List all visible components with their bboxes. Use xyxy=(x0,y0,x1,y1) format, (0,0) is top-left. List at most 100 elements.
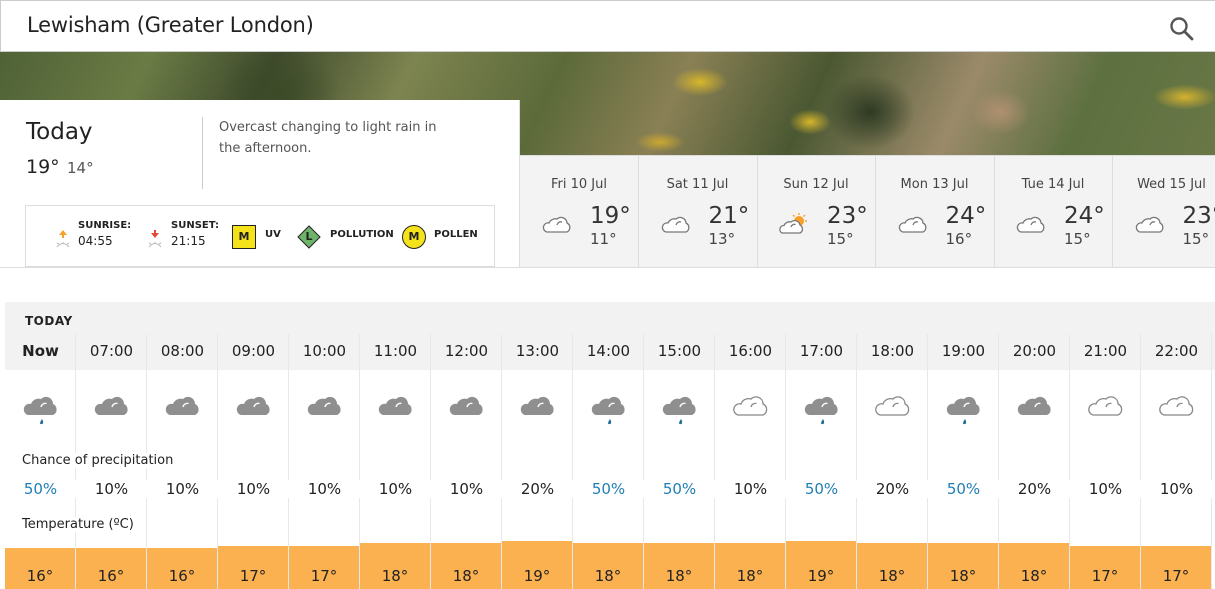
precipitation-chance: 10% xyxy=(431,480,502,498)
hour-label: 12:00 xyxy=(444,342,489,360)
precipitation-chance: 10% xyxy=(76,480,147,498)
day-name: Sun 12 Jul xyxy=(783,177,849,192)
today-weather-summary: Overcast changing to light rain in the a… xyxy=(219,120,437,156)
temperature-bar: 18° xyxy=(999,543,1069,589)
hourly-section-label: TODAY xyxy=(25,314,73,328)
hourly-column: 13:00 20% 19° xyxy=(502,334,573,589)
temperature-bar: 19° xyxy=(502,540,572,589)
pollution-level-text: L xyxy=(305,230,313,243)
pollen-label[interactable]: POLLEN xyxy=(434,229,478,240)
location-title: Lewisham (Greater London) xyxy=(27,13,314,37)
uv-label[interactable]: UV xyxy=(265,229,281,240)
uv-level-badge[interactable]: M xyxy=(232,225,256,249)
precipitation-chance: 50% xyxy=(928,480,999,498)
sunrise-time: 04:55 xyxy=(78,234,113,248)
temperature-bar: 17° xyxy=(1141,545,1211,589)
day-low-temp: 15° xyxy=(1064,230,1091,248)
hourly-column: 11:00 10% 18° xyxy=(360,334,431,589)
cloud-icon xyxy=(1134,213,1166,235)
day-name: Sat 11 Jul xyxy=(666,177,729,192)
cloud-icon xyxy=(1015,213,1047,235)
light-rain-cloud-icon xyxy=(945,394,983,428)
day-low-temp: 15° xyxy=(1182,230,1210,248)
temperature-value: 16° xyxy=(26,567,54,585)
temperature-bar: 18° xyxy=(857,543,927,589)
temperature-bar: 16° xyxy=(76,548,146,589)
sunset-time: 21:15 xyxy=(171,234,206,248)
temperature-value: 18° xyxy=(381,567,409,585)
day-high-temp: 24° xyxy=(945,203,987,229)
precipitation-chance: 50% xyxy=(573,480,644,498)
precipitation-chance: 10% xyxy=(360,480,431,498)
temperature-value: 16° xyxy=(168,567,196,585)
day-card[interactable]: Sat 11 Jul 21° 13° xyxy=(639,156,758,268)
today-low-temp: 14° xyxy=(67,159,94,177)
hour-label: 20:00 xyxy=(1012,342,1057,360)
day-high-temp: 23° xyxy=(827,203,868,229)
temperature-bar: 18° xyxy=(431,543,501,589)
temperature-value: 18° xyxy=(1020,567,1048,585)
pollution-label[interactable]: POLLUTION xyxy=(330,229,394,240)
temperature-value: 17° xyxy=(239,567,267,585)
light-rain-cloud-icon xyxy=(590,394,628,428)
hourly-column: 22:00 10% 17° xyxy=(1141,334,1212,589)
sunset-icon xyxy=(146,228,164,250)
hour-label: 13:00 xyxy=(515,342,560,360)
precipitation-chance: 50% xyxy=(5,480,76,498)
temperature-value: 18° xyxy=(736,567,764,585)
day-card[interactable]: Wed 15 Jul 23°15° xyxy=(1113,156,1215,268)
temperature-value: 18° xyxy=(594,567,622,585)
overcast-cloud-icon xyxy=(164,394,202,428)
day-name: Wed 15 Jul xyxy=(1137,177,1206,192)
temperature-bar: 18° xyxy=(644,543,714,589)
temperature-value: 18° xyxy=(878,567,906,585)
day-name: Fri 10 Jul xyxy=(551,177,607,192)
day-name: Tue 14 Jul xyxy=(1021,177,1085,192)
precipitation-row-label: Chance of precipitation xyxy=(22,453,178,468)
temperature-bar: 17° xyxy=(1070,545,1140,589)
precipitation-chance: 20% xyxy=(502,480,573,498)
temperature-value: 18° xyxy=(452,567,480,585)
cloud-icon xyxy=(897,213,929,235)
cloud-icon xyxy=(660,213,692,235)
hourly-column: 12:00 10% 18° xyxy=(431,334,502,589)
precipitation-chance: 10% xyxy=(147,480,218,498)
hourly-column: 18:00 20% 18° xyxy=(857,334,928,589)
precipitation-chance: 20% xyxy=(857,480,928,498)
temperature-value: 19° xyxy=(523,567,551,585)
precipitation-chance: 10% xyxy=(289,480,360,498)
hour-label: Now xyxy=(22,342,59,360)
day-card[interactable]: Fri 10 Jul 19° 11° xyxy=(520,156,639,268)
hour-label: 19:00 xyxy=(941,342,986,360)
precipitation-chance: 10% xyxy=(218,480,289,498)
day-high-temp: 23° xyxy=(1182,203,1215,229)
hourly-forecast: TODAY Now 50% 16° 07:00 10% 16° 08:00 10% 16° 09:… xyxy=(5,302,1215,589)
day-name: Mon 13 Jul xyxy=(900,177,969,192)
temperature-bar: 18° xyxy=(573,543,643,589)
hour-label: 21:00 xyxy=(1083,342,1128,360)
temperature-bar: 19° xyxy=(786,540,856,589)
search-icon[interactable] xyxy=(1169,16,1195,42)
overcast-cloud-icon xyxy=(519,394,557,428)
day-card[interactable]: Sun 12 Jul 23° 15° xyxy=(757,156,876,268)
temperature-value: 18° xyxy=(949,567,977,585)
day-card[interactable]: Tue 14 Jul 24° 15° xyxy=(994,156,1113,268)
temperature-bar: 17° xyxy=(289,545,359,589)
hour-label: 18:00 xyxy=(870,342,915,360)
day-high-temp: 24° xyxy=(1064,203,1105,229)
hour-label: 09:00 xyxy=(231,342,276,360)
hour-label: 16:00 xyxy=(728,342,773,360)
hour-label: 11:00 xyxy=(373,342,418,360)
pollen-level-badge[interactable]: M xyxy=(402,225,426,249)
temperature-value: 19° xyxy=(807,567,835,585)
cloud-icon xyxy=(732,394,770,428)
cloud-icon xyxy=(1158,394,1196,428)
hourly-column: 15:00 50% 18° xyxy=(644,334,715,589)
today-high-temp: 19° xyxy=(26,156,60,178)
precipitation-chance: 50% xyxy=(786,480,857,498)
hour-label: 07:00 xyxy=(89,342,134,360)
pollution-level-badge[interactable]: L xyxy=(297,225,321,249)
day-low-temp: 11° xyxy=(590,230,617,248)
day-card[interactable]: Mon 13 Jul 24° 16° xyxy=(876,156,995,268)
cloud-icon xyxy=(874,394,912,428)
